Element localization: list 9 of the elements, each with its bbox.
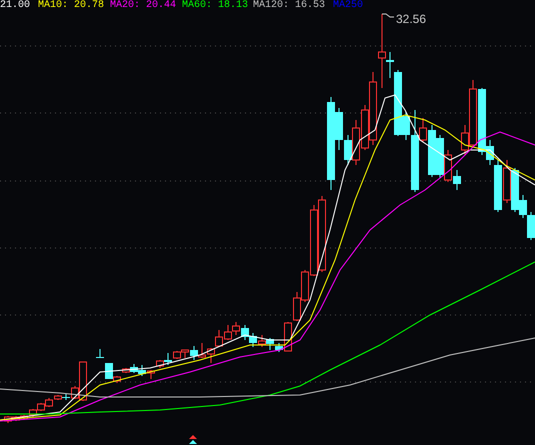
leader-line <box>382 14 394 18</box>
peak-price-label: 32.56 <box>396 12 426 26</box>
indicator-legend-label: 21.00 <box>0 0 30 12</box>
indicator-legend-label: MA10: 20.78 <box>38 0 104 12</box>
indicator-legend-label: MA60: 18.13 <box>182 0 248 12</box>
indicator-legend-label: MA250 <box>333 0 364 12</box>
triangle-marker-icon <box>189 435 197 444</box>
indicator-legend-label: MA120: 16.53 <box>253 0 326 12</box>
indicator-legend-label: MA20: 20.44 <box>110 0 176 12</box>
